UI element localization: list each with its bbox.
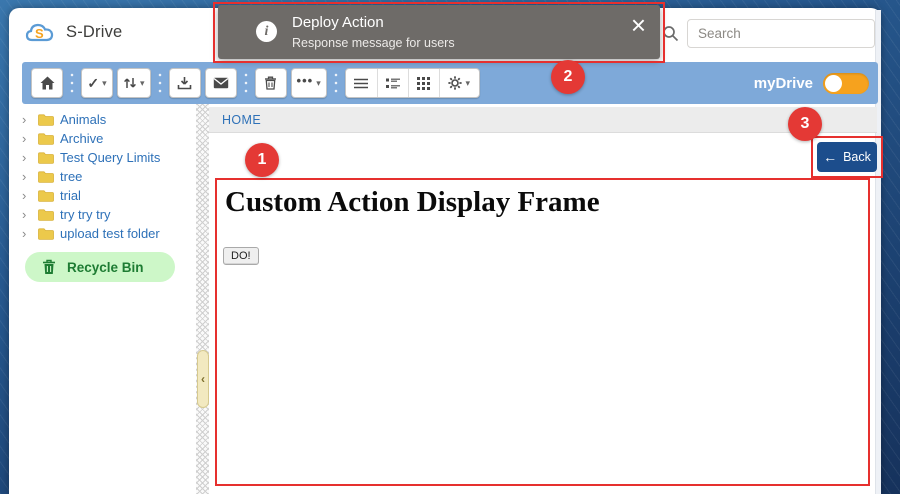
app-header: S S-Drive [25, 21, 122, 43]
folder-label[interactable]: try try try [60, 207, 111, 222]
tree-item-tree[interactable]: › tree [22, 167, 192, 186]
back-button[interactable]: ← Back [817, 142, 877, 172]
toolbar: ✓ ▾ ▾ [22, 62, 878, 104]
folder-icon [38, 133, 54, 145]
folder-icon [38, 190, 54, 202]
folder-tree: › Animals › Archive › Test Query Limits … [22, 110, 192, 243]
sort-icon [123, 76, 137, 90]
folder-icon [38, 114, 54, 126]
toast-title: Deploy Action [292, 14, 384, 31]
toolbar-separator [70, 71, 74, 95]
mydrive-control: myDrive [754, 73, 869, 94]
annotation-badge-1: 1 [245, 143, 279, 177]
folder-icon [38, 228, 54, 240]
search-input[interactable] [687, 19, 875, 48]
chevron-right-icon[interactable]: › [22, 227, 32, 240]
chevron-left-icon: ‹ [201, 372, 205, 386]
breadcrumb-home-link[interactable]: HOME [222, 113, 261, 127]
app-window: S S-Drive ✓ ▾ [0, 0, 900, 494]
email-button[interactable] [205, 68, 237, 98]
chevron-down-icon: ▾ [102, 79, 107, 88]
home-icon [40, 76, 55, 90]
chevron-right-icon[interactable]: › [22, 189, 32, 202]
folder-label[interactable]: upload test folder [60, 226, 160, 241]
frame-heading: Custom Action Display Frame [225, 186, 600, 219]
toolbar-separator [244, 71, 248, 95]
back-button-label: Back [843, 150, 871, 164]
toggle-knob [825, 75, 842, 92]
envelope-icon [213, 77, 229, 89]
home-button[interactable] [31, 68, 63, 98]
download-button[interactable] [169, 68, 201, 98]
list-view-icon [354, 78, 368, 89]
info-icon: i [256, 21, 277, 42]
chevron-down-icon: ▾ [140, 79, 145, 88]
view-switcher: ▾ [345, 68, 480, 98]
chevron-right-icon[interactable]: › [22, 170, 32, 183]
collapse-sidebar-handle[interactable]: ‹ [197, 350, 209, 408]
gear-icon [448, 76, 462, 90]
grid-view-icon [417, 77, 430, 90]
tree-item-trial[interactable]: › trial [22, 186, 192, 205]
settings-button[interactable]: ▾ [439, 69, 479, 97]
detail-view-button[interactable] [377, 69, 408, 97]
folder-icon [38, 209, 54, 221]
annotation-badge-3: 3 [788, 107, 822, 141]
breadcrumb: HOME [209, 107, 877, 133]
mydrive-label: myDrive [754, 75, 813, 92]
folder-label[interactable]: Animals [60, 112, 106, 127]
close-icon: × [631, 10, 646, 40]
chevron-right-icon[interactable]: › [22, 132, 32, 145]
trash-icon [42, 259, 56, 275]
toast-notification: i Deploy Action Response message for use… [218, 5, 660, 59]
back-arrow-icon: ← [823, 150, 837, 164]
chevron-down-icon: ▾ [316, 79, 321, 88]
tree-item-test-query-limits[interactable]: › Test Query Limits [22, 148, 192, 167]
toolbar-separator [334, 71, 338, 95]
trash-icon [264, 76, 277, 90]
chevron-right-icon[interactable]: › [22, 113, 32, 126]
tree-item-upload-test-folder[interactable]: › upload test folder [22, 224, 192, 243]
sort-button[interactable]: ▾ [117, 68, 151, 98]
cloud-logo-icon: S [25, 21, 55, 43]
annotation-badge-2: 2 [551, 60, 585, 94]
app-title: S-Drive [66, 23, 122, 42]
toast-close-button[interactable]: × [631, 12, 646, 38]
search-icon [662, 25, 679, 42]
select-all-button[interactable]: ✓ ▾ [81, 68, 113, 98]
recycle-bin-label: Recycle Bin [67, 260, 144, 275]
download-icon [177, 76, 192, 90]
delete-button[interactable] [255, 68, 287, 98]
folder-label[interactable]: Archive [60, 131, 103, 146]
grid-view-button[interactable] [408, 69, 439, 97]
tree-item-archive[interactable]: › Archive [22, 129, 192, 148]
list-view-button[interactable] [346, 69, 377, 97]
tree-item-animals[interactable]: › Animals [22, 110, 192, 129]
recycle-bin-button[interactable]: Recycle Bin [25, 252, 175, 282]
svg-text:S: S [35, 26, 44, 41]
do-button[interactable]: DO! [223, 247, 259, 265]
check-icon: ✓ [87, 75, 99, 92]
chevron-right-icon[interactable]: › [22, 208, 32, 221]
chevron-right-icon[interactable]: › [22, 151, 32, 164]
folder-label[interactable]: tree [60, 169, 82, 184]
more-actions-button[interactable]: ••• ▾ [291, 68, 327, 98]
tree-item-try-try-try[interactable]: › try try try [22, 205, 192, 224]
toolbar-separator [158, 71, 162, 95]
panel-splitter[interactable] [196, 104, 209, 494]
folder-label[interactable]: Test Query Limits [60, 150, 160, 165]
mydrive-toggle[interactable] [823, 73, 869, 94]
folder-icon [38, 152, 54, 164]
detail-view-icon [386, 78, 400, 89]
folder-label[interactable]: trial [60, 188, 81, 203]
chevron-down-icon: ▾ [465, 79, 470, 88]
toast-message: Response message for users [292, 36, 455, 50]
folder-icon [38, 171, 54, 183]
